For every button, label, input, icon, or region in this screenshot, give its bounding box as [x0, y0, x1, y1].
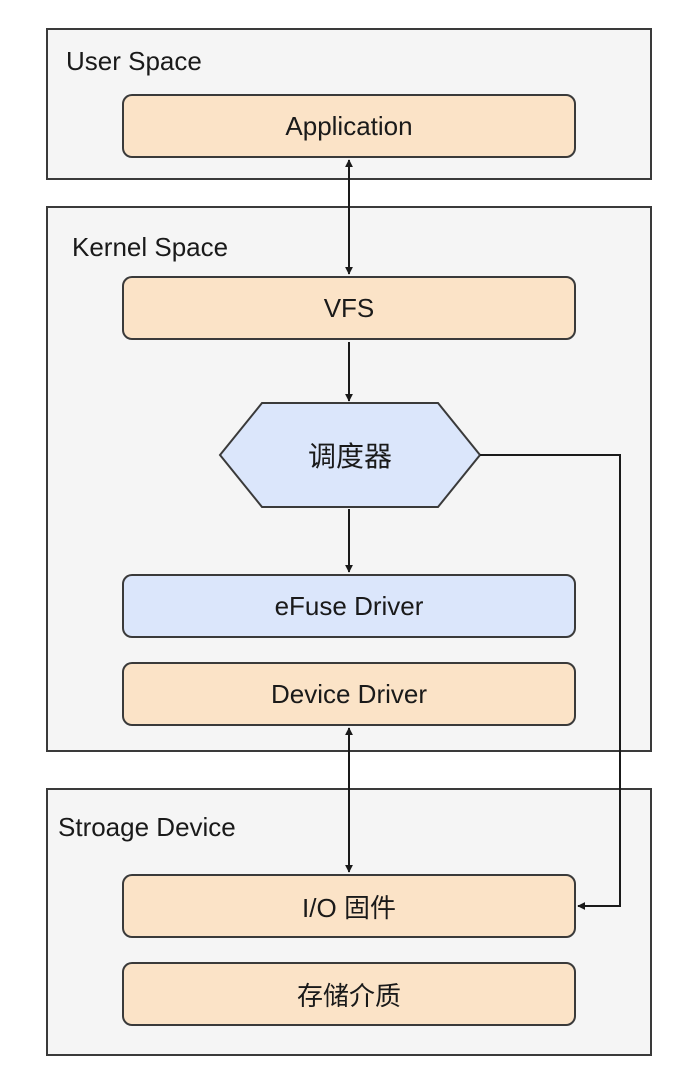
scheduler-label: 调度器 [307, 441, 392, 472]
vfs-node: VFS [122, 276, 576, 340]
efuse-driver-node: eFuse Driver [122, 574, 576, 638]
user-space-title: User Space [66, 46, 202, 76]
application-node: Application [122, 94, 576, 158]
device-driver-node: Device Driver [122, 662, 576, 726]
kernel-space-title: Kernel Space [72, 232, 229, 262]
io-firmware-node: I/O 固件 [122, 874, 576, 938]
storage-medium-node: 存储介质 [122, 962, 576, 1026]
storage-device-title: Stroage Device [58, 812, 236, 842]
